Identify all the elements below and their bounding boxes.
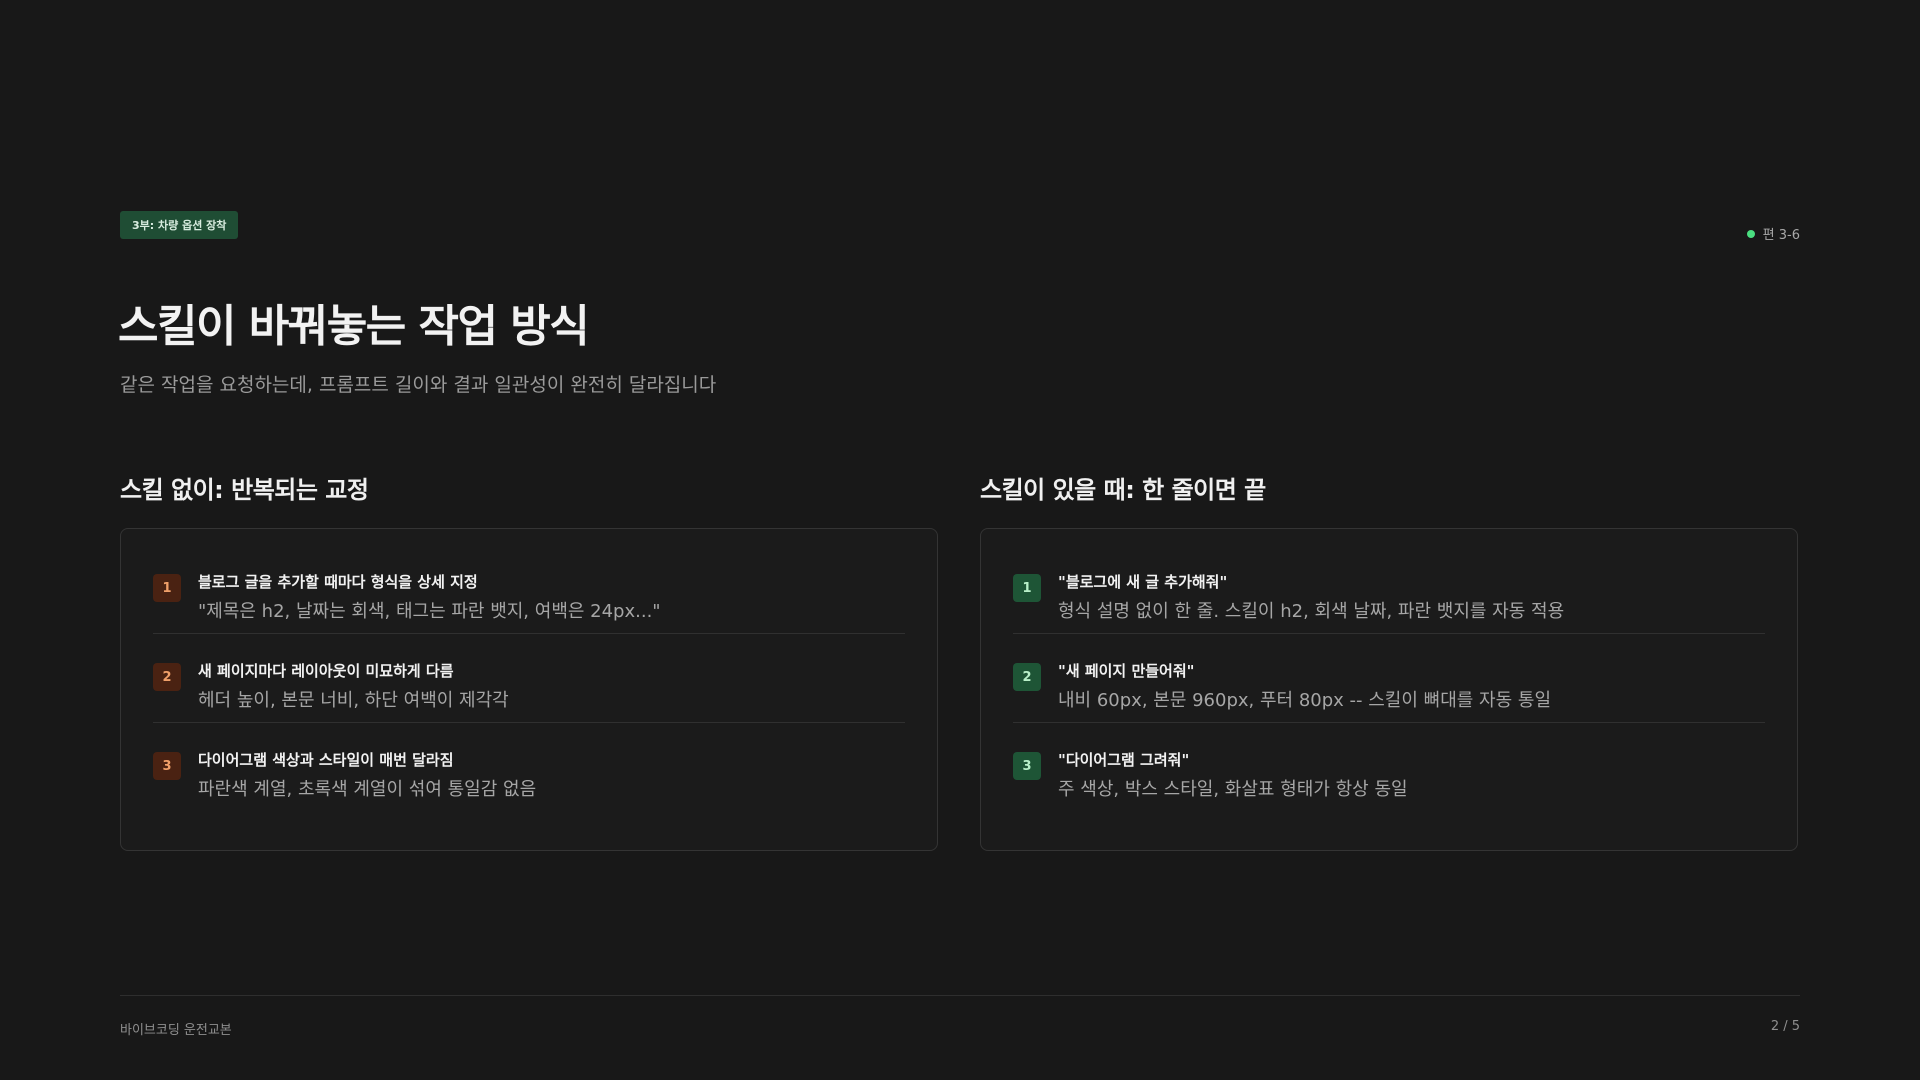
item-texts: "블로그에 새 글 추가해줘" 형식 설명 없이 한 줄. 스킬이 h2, 회색… [1058, 572, 1564, 623]
item-description: 파란색 계열, 초록색 계열이 섞여 통일감 없음 [198, 779, 537, 800]
item-title: "다이어그램 그려줘" [1058, 751, 1190, 769]
status-dot-icon [1746, 229, 1755, 238]
with-skill-card: 1 "블로그에 새 글 추가해줘" 형식 설명 없이 한 줄. 스킬이 h2, … [980, 528, 1798, 851]
item-number-badge: 3 [1013, 752, 1041, 780]
item-number-badge: 1 [1013, 574, 1041, 602]
item-description: 헤더 높이, 본문 너비, 하단 여백이 제각각 [198, 690, 509, 711]
footer-title: 바이브코딩 운전교본 [120, 1023, 232, 1038]
item-title: "새 페이지 만들어줘" [1058, 662, 1195, 680]
item-description: 주 색상, 박스 스타일, 화살표 형태가 항상 동일 [1058, 779, 1408, 800]
item-number-badge: 2 [153, 663, 181, 691]
item-texts: "새 페이지 만들어줘" 내비 60px, 본문 960px, 푸터 80px … [1058, 661, 1551, 712]
list-item: 1 "블로그에 새 글 추가해줘" 형식 설명 없이 한 줄. 스킬이 h2, … [1013, 545, 1765, 634]
item-description: 내비 60px, 본문 960px, 푸터 80px -- 스킬이 뼈대를 자동… [1058, 690, 1552, 711]
page-title: 스킬이 바꿔놓는 작업 방식 [118, 301, 590, 352]
episode-indicator: 편 3-6 [1746, 224, 1800, 243]
item-texts: 블로그 글을 추가할 때마다 형식을 상세 지정 "제목은 h2, 날짜는 회색… [198, 572, 661, 623]
item-number-badge: 3 [153, 752, 181, 780]
item-number-badge: 2 [1013, 663, 1041, 691]
list-item: 2 새 페이지마다 레이아웃이 미묘하게 다름 헤더 높이, 본문 너비, 하단… [153, 634, 905, 723]
item-texts: 새 페이지마다 레이아웃이 미묘하게 다름 헤더 높이, 본문 너비, 하단 여… [198, 661, 509, 712]
item-title: 다이어그램 색상과 스타일이 매번 달라짐 [198, 751, 454, 769]
list-item: 3 "다이어그램 그려줘" 주 색상, 박스 스타일, 화살표 형태가 항상 동… [1013, 723, 1765, 812]
item-title: "블로그에 새 글 추가해줘" [1058, 573, 1228, 591]
item-title: 새 페이지마다 레이아웃이 미묘하게 다름 [198, 662, 454, 680]
episode-label: 편 3-6 [1762, 228, 1800, 243]
list-item: 3 다이어그램 색상과 스타일이 매번 달라짐 파란색 계열, 초록색 계열이 … [153, 723, 905, 812]
item-number-badge: 1 [153, 574, 181, 602]
item-description: 형식 설명 없이 한 줄. 스킬이 h2, 회색 날짜, 파란 뱃지를 자동 적… [1058, 601, 1565, 622]
footer-divider [120, 995, 1800, 996]
list-item: 2 "새 페이지 만들어줘" 내비 60px, 본문 960px, 푸터 80p… [1013, 634, 1765, 723]
list-item: 1 블로그 글을 추가할 때마다 형식을 상세 지정 "제목은 h2, 날짜는 … [153, 545, 905, 634]
item-texts: 다이어그램 색상과 스타일이 매번 달라짐 파란색 계열, 초록색 계열이 섞여… [198, 750, 536, 801]
section-badge: 3부: 차량 옵션 장착 [120, 211, 239, 239]
without-skill-heading: 스킬 없이: 반복되는 교정 [120, 476, 369, 504]
item-title: 블로그 글을 추가할 때마다 형식을 상세 지정 [198, 573, 478, 591]
without-skill-card: 1 블로그 글을 추가할 때마다 형식을 상세 지정 "제목은 h2, 날짜는 … [120, 528, 938, 851]
page-number: 2 / 5 [1770, 1019, 1800, 1034]
item-texts: "다이어그램 그려줘" 주 색상, 박스 스타일, 화살표 형태가 항상 동일 [1058, 750, 1408, 801]
with-skill-heading: 스킬이 있을 때: 한 줄이면 끝 [980, 476, 1266, 504]
item-description: "제목은 h2, 날짜는 회색, 태그는 파란 뱃지, 여백은 24px..." [198, 601, 661, 622]
page-subtitle: 같은 작업을 요청하는데, 프롬프트 길이와 결과 일관성이 완전히 달라집니다 [120, 374, 717, 396]
slide: 3부: 차량 옵션 장착 편 3-6 스킬이 바꿔놓는 작업 방식 같은 작업을… [0, 0, 1920, 1080]
